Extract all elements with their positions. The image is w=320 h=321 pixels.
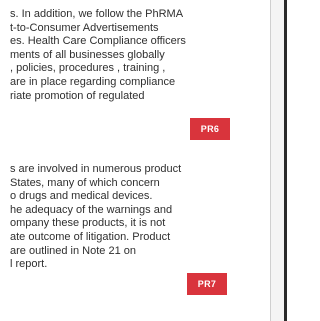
column-rule-thick	[284, 0, 287, 321]
text-line: , policies, procedures , training ,	[10, 62, 166, 75]
text-line: ompany these products, it is not	[10, 217, 166, 230]
text-line: ments of all businesses globally	[10, 48, 165, 61]
text-line: o drugs and medical devices.	[10, 190, 153, 203]
text-line: he adequacy of the warnings and	[10, 203, 173, 216]
text-line: l report.	[10, 258, 48, 271]
paragraph-litigation: s are involved in numerous product State…	[10, 163, 260, 272]
text-line: are in place regarding compliance	[10, 75, 176, 88]
text-line: es. Health Care Compliance officers	[10, 35, 186, 48]
text-line: ate outcome of litigation. Product	[10, 230, 171, 243]
text-line: riate promotion of regulated	[10, 89, 145, 102]
text-line: States, many of which concern	[10, 176, 160, 189]
text-line: s are involved in numerous product	[10, 163, 182, 175]
reference-tag-pr7[interactable]: PR7	[187, 273, 227, 295]
document-page: s. In addition, we follow the PhRMA t-to…	[0, 0, 302, 321]
text-line: t-to-Consumer Advertisements	[10, 21, 159, 34]
page-margin	[271, 0, 284, 321]
text-line: s. In addition, we follow the PhRMA	[10, 8, 184, 20]
paragraph-compliance: s. In addition, we follow the PhRMA t-to…	[10, 8, 260, 103]
reference-tag-pr6[interactable]: PR6	[190, 118, 230, 140]
text-line: are outlined in Note 21 on	[10, 244, 136, 257]
column-divider	[270, 0, 271, 321]
